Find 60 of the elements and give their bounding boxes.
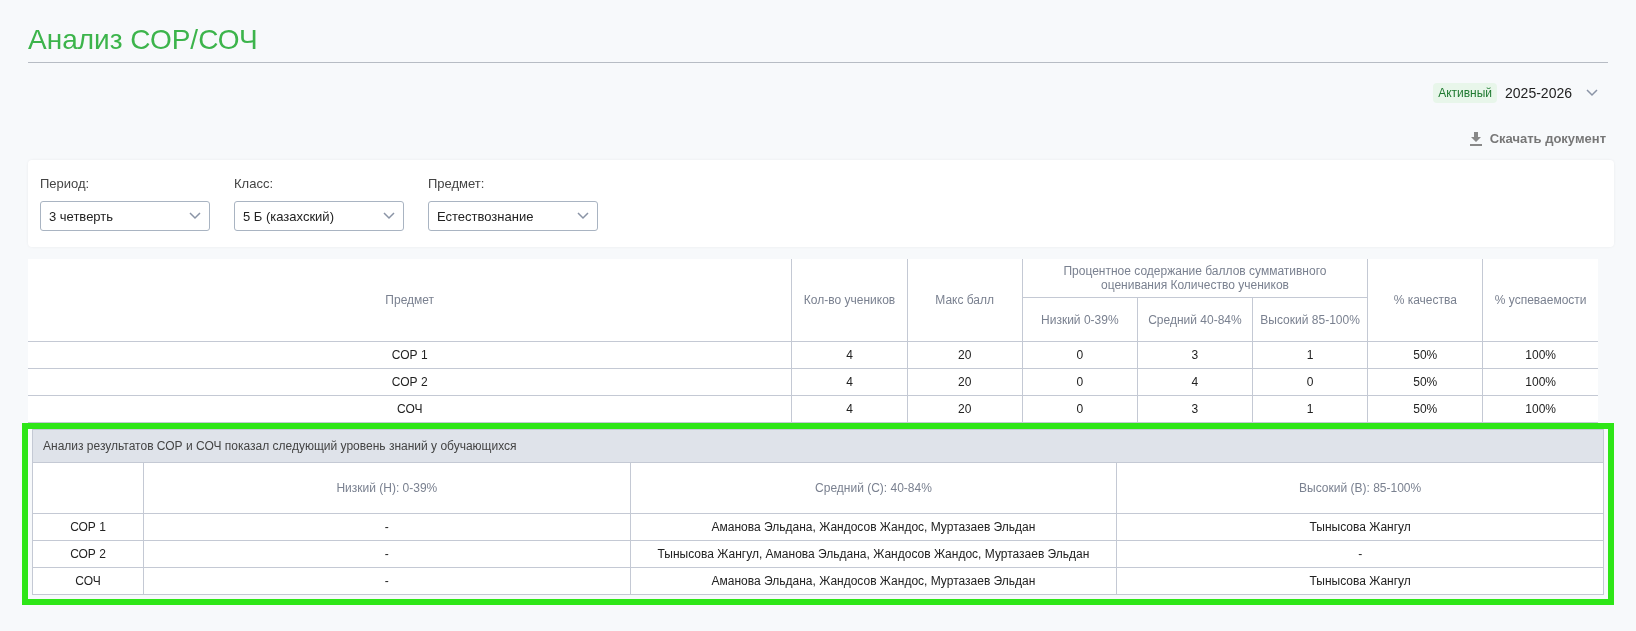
- chevron-down-icon: [189, 212, 201, 220]
- table-cell: -: [143, 513, 631, 541]
- column-header: Макс балл: [907, 259, 1023, 342]
- table-cell: 50%: [1367, 395, 1483, 423]
- download-icon: [1469, 131, 1482, 146]
- select-field[interactable]: 3 четверть: [40, 201, 210, 231]
- column-header: Средний 40-84%: [1137, 297, 1253, 342]
- column-header: % качества: [1367, 259, 1483, 342]
- table-caption: Анализ результатов СОР и СОЧ показал следующий уровень знаний у обучающихся: [32, 429, 1604, 463]
- table-cell: СОР 2: [28, 368, 792, 396]
- table-cell: Тынысова Жангул, Аманова Эльдана, Жандосов Жандос, Муртазаев Эльдан: [630, 540, 1117, 568]
- table-cell: 50%: [1367, 341, 1483, 369]
- table-cell: 0: [1022, 368, 1138, 396]
- table-cell: СОЧ: [28, 395, 792, 423]
- select-field[interactable]: Естествознание: [428, 201, 598, 231]
- column-header: Процентное содержание баллов суммативного оценивания Количество учеников: [1022, 259, 1368, 298]
- field-label: Предмет:: [428, 176, 486, 191]
- table-cell: СОР 1: [28, 341, 792, 369]
- table-cell: Аманова Эльдана, Жандосов Жандос, Муртазаев Эльдан: [630, 567, 1117, 595]
- download-button[interactable]: Скачать документ: [1469, 131, 1606, 146]
- column-header: Низкий (Н): 0-39%: [143, 462, 631, 514]
- table-cell: -: [143, 567, 631, 595]
- column-header: Предмет: [28, 259, 792, 342]
- select-field[interactable]: 5 Б (казахский): [234, 201, 404, 231]
- year-select[interactable]: 2025-2026: [1505, 85, 1598, 101]
- table-cell: 20: [907, 368, 1023, 396]
- field-label: Период:: [40, 176, 91, 191]
- page-title: Анализ СОР/СОЧ: [28, 0, 1608, 63]
- table-cell: 20: [907, 395, 1023, 423]
- table-cell: 4: [791, 395, 908, 423]
- column-header: Низкий 0-39%: [1022, 297, 1138, 342]
- table-cell: СОР 1: [32, 513, 144, 541]
- column-header: Высокий (В): 85-100%: [1116, 462, 1604, 514]
- chevron-down-icon: [1586, 89, 1598, 97]
- table-cell: -: [1116, 540, 1604, 568]
- table-cell: СОЧ: [32, 567, 144, 595]
- table-cell: 3: [1137, 395, 1253, 423]
- field-label: Класс:: [234, 176, 274, 191]
- column-header: % успеваемости: [1482, 259, 1598, 342]
- table-cell: 3: [1137, 341, 1253, 369]
- table-cell: Тынысова Жангул: [1116, 567, 1604, 595]
- table-cell: 1: [1252, 395, 1368, 423]
- table-cell: Тынысова Жангул: [1116, 513, 1604, 541]
- column-header: Средний (С): 40-84%: [630, 462, 1117, 514]
- table-cell: СОР 2: [32, 540, 144, 568]
- table-cell: 0: [1252, 368, 1368, 396]
- status-badge: Активный: [1433, 83, 1498, 103]
- table-cell: 4: [791, 341, 908, 369]
- table-cell: 50%: [1367, 368, 1483, 396]
- table-cell: 4: [1137, 368, 1253, 396]
- table-cell: 20: [907, 341, 1023, 369]
- table-cell: 1: [1252, 341, 1368, 369]
- table-cell: 0: [1022, 395, 1138, 423]
- chevron-down-icon: [383, 212, 395, 220]
- column-header: Кол-во учеников: [791, 259, 908, 342]
- table-cell: Аманова Эльдана, Жандосов Жандос, Муртазаев Эльдан: [630, 513, 1117, 541]
- table-cell: 4: [791, 368, 908, 396]
- table-cell: 0: [1022, 341, 1138, 369]
- chevron-down-icon: [577, 212, 589, 220]
- table-cell: -: [143, 540, 631, 568]
